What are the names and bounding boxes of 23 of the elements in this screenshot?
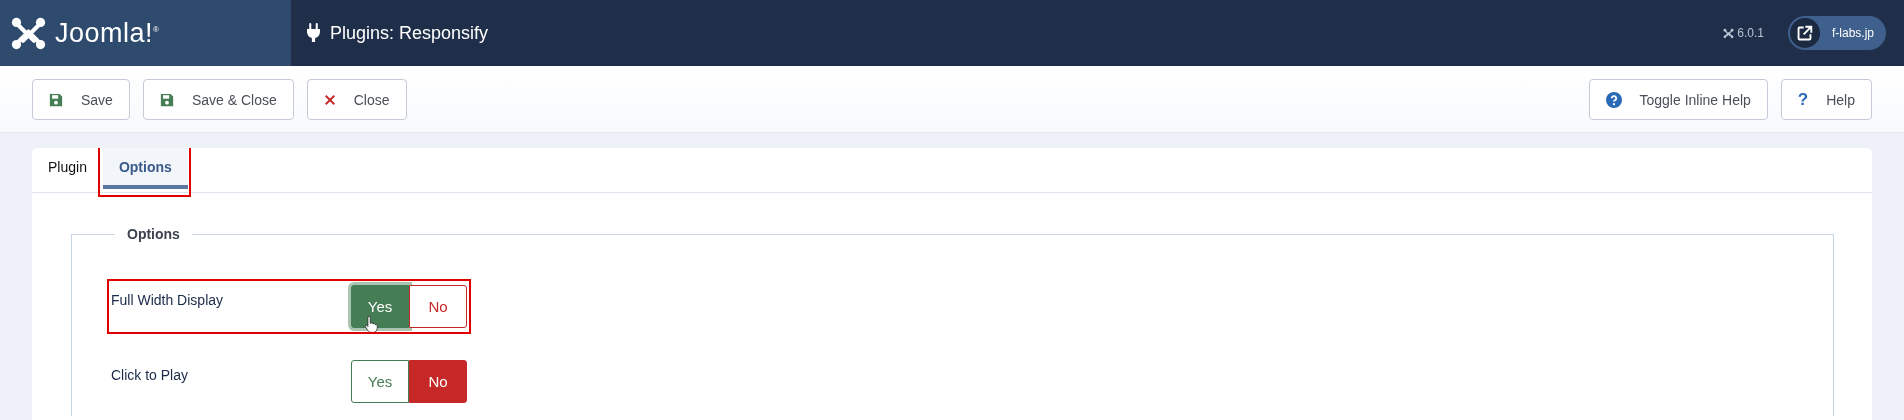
toolbar-button[interactable]: Save (32, 79, 130, 120)
switch-option[interactable]: No (409, 285, 467, 328)
close-icon (323, 93, 336, 106)
page-title: Plugins: Responsify (330, 22, 489, 44)
site-link[interactable]: f-labs.jp (1787, 16, 1886, 50)
tab[interactable]: Plugin (32, 148, 103, 189)
toolbar-button[interactable]: Close (306, 79, 407, 120)
toolbar-button[interactable]: Toggle Inline Help (1588, 79, 1768, 120)
switch-option[interactable]: Yes (351, 360, 409, 403)
toolbar-button[interactable]: ? Help (1780, 79, 1872, 120)
external-link-icon (1796, 24, 1814, 42)
tab[interactable]: Options (102, 148, 188, 189)
question-mark-icon: ? (1797, 89, 1809, 110)
field-label: Full Width Display (111, 291, 225, 310)
help-circle-icon (1605, 91, 1622, 108)
version-text: 6.0.1 (1737, 26, 1764, 40)
field-label: Click to Play (111, 366, 190, 385)
switch-option[interactable]: No (409, 360, 467, 403)
logo-wordmark: Joomla!$^{®}$ (55, 17, 160, 49)
plug-icon (307, 23, 320, 43)
toolbar-button[interactable]: Save & Close (142, 79, 294, 120)
joomla-icon (1723, 27, 1735, 39)
fieldset-legend: Options (115, 226, 192, 242)
